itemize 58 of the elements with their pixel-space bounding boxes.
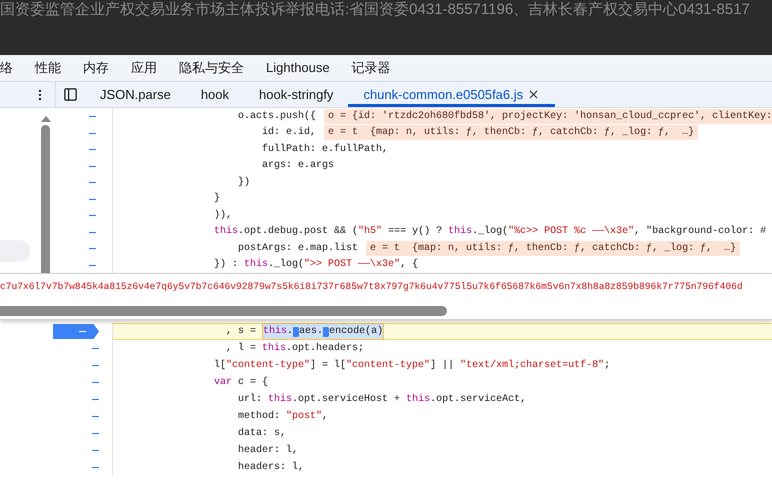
inline-value: e = t {map: n, utils: ƒ, thenCb: ƒ, catchCb: ƒ, _log: ƒ, …} (324, 125, 698, 140)
code-line: } (213, 192, 220, 206)
editor-tab[interactable]: hook-stringfy (244, 82, 348, 107)
inline-value: o = {id: 'rtzdc2oh680fbd58', projectKey: 'honsan_cloud_ccprec', clientKey: (324, 108, 772, 124)
devtools-tab[interactable]: 内存 (83, 58, 109, 78)
editor-tab[interactable]: hook (186, 82, 244, 107)
devtools-tab[interactable]: 隐私与安全 (179, 58, 244, 78)
line-marker-icon (92, 382, 99, 383)
code-line: var c = { (213, 376, 268, 390)
line-marker-icon (89, 248, 96, 249)
code-line: postArgs: e.map.list (237, 242, 358, 256)
line-marker-icon (92, 433, 99, 434)
code-line: )), (213, 208, 232, 223)
popover-value: c7u7x6l7v7b7w845k4a815z6v4e7q6y5v7b7c646v92879w7s5k6i8i737r685w7t8x797g7k6u4v775l5u7k6f65687k6m5v6n7x8h8a8z859b896k7r775n796f406d (0, 280, 743, 294)
line-marker-icon (89, 264, 96, 266)
line-marker-icon (89, 116, 96, 117)
selected-code: this. aes. encode(a) (262, 323, 384, 340)
code-line: }) (237, 176, 250, 190)
sidebar-toggle-icon[interactable] (63, 87, 78, 102)
close-icon[interactable] (527, 88, 540, 101)
line-marker-icon (92, 450, 99, 451)
code-line: fullPath: e.fullPath, (261, 142, 388, 157)
code-line: l["content-type"] = l["content-type"] || "text/xml;charset=utf-8"; (213, 358, 610, 373)
horizontal-scrollbar-thumb[interactable] (0, 306, 447, 316)
code-line: method: "post", (237, 410, 328, 424)
inline-value: e = t {map: n, utils: ƒ, thenCb: ƒ, catchCb: ƒ, _log: ƒ, …} (366, 240, 740, 256)
code-line: this.opt.debug.post && ("h5" === y() ? this._log("%c>> POST %c ——\x3e", "background-color: # (213, 224, 766, 240)
line-marker-icon (89, 182, 96, 183)
line-marker-icon (89, 132, 96, 134)
inline-breakpoint-icon[interactable] (323, 326, 330, 336)
code-line: args: e.args (261, 159, 334, 174)
line-marker-icon (92, 416, 99, 417)
code-line: url: this.opt.serviceHost + this.opt.serviceAct, (237, 392, 526, 407)
line-marker-icon (89, 215, 96, 216)
code-line: , s = (225, 325, 258, 339)
code-line: id: e.id, (261, 126, 316, 140)
code-line: }) : this._log(">> POST ——\x3e", { (213, 258, 418, 272)
line-marker-icon (92, 348, 99, 349)
line-marker-icon (92, 399, 99, 400)
code-line: o.acts.push({ (237, 110, 316, 124)
inline-breakpoint-icon[interactable] (293, 326, 300, 336)
code-line: , l = this.opt.headers; (225, 342, 364, 356)
line-marker-icon (89, 198, 96, 200)
devtools-tab[interactable]: 络 (0, 58, 13, 78)
scrollbar-thumb[interactable] (41, 125, 50, 273)
devtools-tab[interactable]: 记录器 (352, 58, 391, 78)
line-marker-icon (92, 467, 99, 468)
devtools-tab[interactable]: Lighthouse (266, 58, 330, 78)
code-line: data: s, (237, 426, 286, 441)
banner-text: 国资委监管企业产权交易业务市场主体投诉举报电话:省国资委0431-85571196、吉林长春产权交易中心0431-8517 (0, 1, 750, 19)
line-marker-icon (89, 149, 96, 150)
line-marker-icon (92, 365, 99, 366)
code-line: header: l, (237, 444, 298, 458)
editor-tab[interactable]: JSON.parse (85, 82, 186, 107)
devtools-tab[interactable]: 性能 (35, 58, 61, 78)
devtools-tab[interactable]: 应用 (131, 58, 157, 78)
breakpoint-marker[interactable] (53, 324, 99, 339)
code-line: headers: l, (237, 460, 304, 475)
